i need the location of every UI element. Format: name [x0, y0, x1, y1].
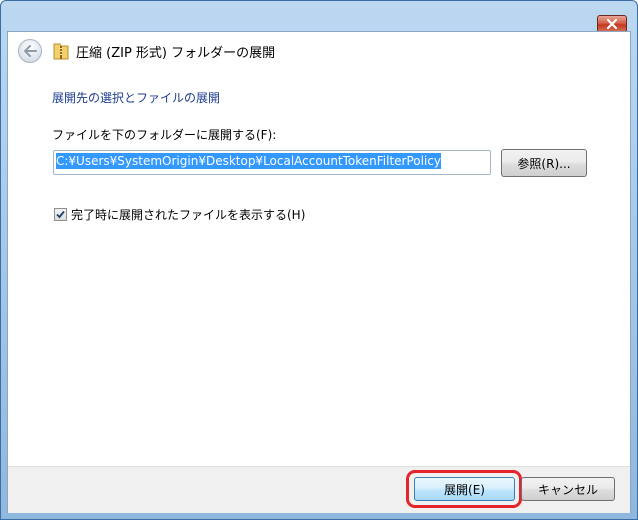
browse-button[interactable]: 参照(R)...	[501, 149, 587, 177]
show-files-label: 完了時に展開されたファイルを表示する(H)	[71, 208, 306, 222]
back-button[interactable]	[18, 39, 42, 63]
destination-label: ファイルを下のフォルダーに展開する(F):	[52, 128, 277, 142]
section-heading: 展開先の選択とファイルの展開	[52, 91, 221, 105]
zip-folder-icon	[53, 43, 69, 60]
close-icon	[606, 19, 618, 29]
checkmark-icon	[56, 210, 65, 219]
window-frame: 圧縮 (ZIP 形式) フォルダーの展開 展開先の選択とファイルの展開 ファイル…	[0, 0, 638, 520]
destination-path-value: C:¥Users¥SystemOrigin¥Desktop¥LocalAccou…	[56, 153, 442, 169]
extract-button-highlight	[406, 470, 522, 508]
back-arrow-icon	[24, 45, 37, 57]
dialog-client-area: 圧縮 (ZIP 形式) フォルダーの展開 展開先の選択とファイルの展開 ファイル…	[7, 31, 631, 513]
show-files-checkbox[interactable]	[54, 208, 67, 221]
destination-path-input[interactable]: C:¥Users¥SystemOrigin¥Desktop¥LocalAccou…	[53, 150, 491, 175]
dialog-title: 圧縮 (ZIP 形式) フォルダーの展開	[76, 46, 276, 61]
cancel-button[interactable]: キャンセル	[521, 477, 615, 501]
navigation-bar: 圧縮 (ZIP 形式) フォルダーの展開	[8, 32, 630, 70]
button-bar: 展開(E) キャンセル	[8, 466, 630, 513]
